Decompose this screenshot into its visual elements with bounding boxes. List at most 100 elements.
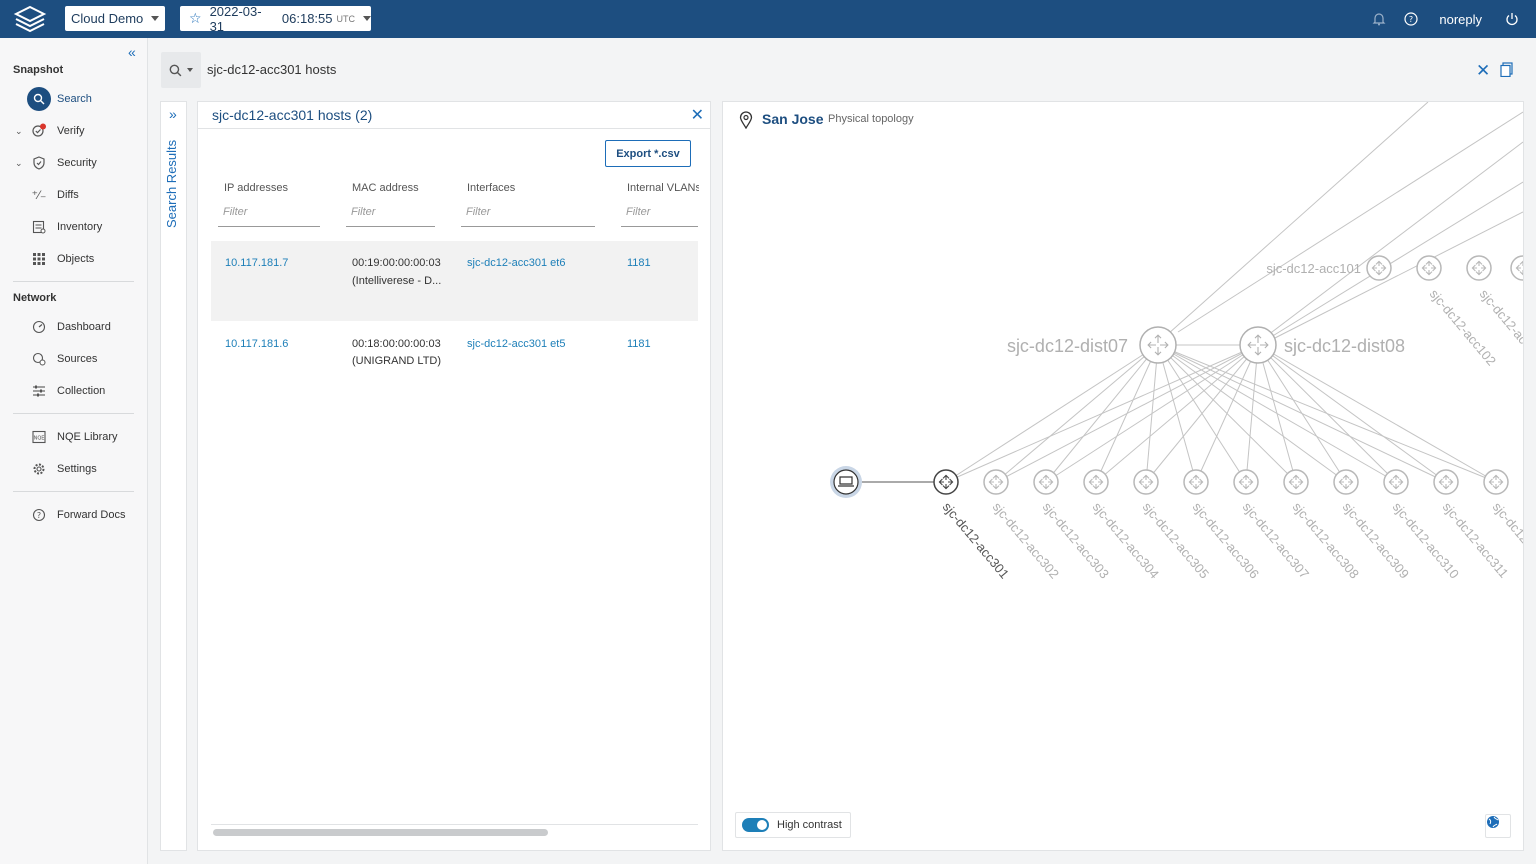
switch-node[interactable] — [1510, 255, 1524, 281]
chevron-down-icon — [151, 16, 160, 21]
horizontal-scrollbar[interactable] — [211, 824, 698, 836]
switch-node[interactable] — [1083, 469, 1109, 495]
sidebar-item-forward-docs[interactable]: ? Forward Docs — [0, 499, 146, 531]
node-label[interactable]: sjc-dc12- — [1490, 499, 1524, 549]
sidebar-item-label: Collection — [57, 385, 106, 397]
user-menu[interactable]: noreply — [1439, 12, 1482, 27]
vlan-link[interactable]: 1181 — [627, 335, 651, 353]
sidebar-item-label: Settings — [57, 463, 97, 475]
forward-logo[interactable] — [12, 5, 48, 33]
sidebar-item-label: Verify — [57, 125, 85, 137]
search-icon — [27, 87, 51, 111]
top-bar: Cloud Demo ☆ 2022-03-31 06:18:55 UTC ? n… — [0, 0, 1536, 38]
switch-node[interactable] — [1183, 469, 1209, 495]
sidebar-item-security[interactable]: ⌄ Security — [0, 147, 146, 179]
switch-node[interactable] — [1433, 469, 1459, 495]
divider — [13, 281, 134, 282]
svg-text:?: ? — [37, 511, 41, 520]
switch-node[interactable] — [1283, 469, 1309, 495]
grid-icon — [27, 247, 51, 271]
scrollbar-thumb[interactable] — [213, 829, 548, 836]
dist-node[interactable] — [1139, 326, 1177, 364]
sidebar-item-sources[interactable]: Sources — [0, 343, 146, 375]
table-row[interactable]: 10.117.181.6 00:18:00:00:00:03 (UNIGRAND… — [211, 322, 698, 402]
snapshot-timezone: UTC — [336, 13, 356, 24]
workspace-select[interactable]: Cloud Demo — [65, 6, 165, 31]
sidebar-item-verify[interactable]: ⌄ Verify — [0, 115, 146, 147]
power-icon[interactable] — [1496, 12, 1528, 26]
ip-link[interactable]: 10.117.181.7 — [225, 254, 288, 272]
topology-graph[interactable]: sjc-dc12-dist07 sjc-dc12-dist08 sjc-dc12-a… — [723, 102, 1524, 851]
sidebar-item-objects[interactable]: Objects — [0, 243, 146, 275]
workspace-label: Cloud Demo — [71, 11, 144, 26]
inventory-icon — [27, 215, 51, 239]
expand-icon[interactable]: » — [169, 106, 177, 122]
table-row[interactable]: 10.117.181.7 00:19:00:00:00:03 (Intelliv… — [211, 241, 698, 321]
snapshot-select[interactable]: ☆ 2022-03-31 06:18:55 UTC — [180, 4, 371, 34]
host-node[interactable] — [830, 466, 862, 498]
globe-icon[interactable] — [1485, 814, 1511, 838]
snapshot-time: 06:18:55 — [281, 11, 333, 26]
column-header-interfaces[interactable]: Interfaces — [467, 182, 597, 194]
chevron-down-icon[interactable]: ⌄ — [15, 158, 23, 169]
high-contrast-toggle[interactable]: High contrast — [735, 812, 851, 838]
chevron-down-icon — [363, 16, 371, 21]
rail-title[interactable]: Search Results — [164, 140, 179, 240]
results-title: sjc-dc12-acc301 hosts (2) — [212, 107, 373, 123]
sidebar-item-dashboard[interactable]: Dashboard — [0, 311, 146, 343]
switch-node[interactable] — [1033, 469, 1059, 495]
location-title[interactable]: San Jose — [762, 111, 823, 127]
switch-node[interactable] — [1333, 469, 1359, 495]
filter-vlans-input[interactable]: Filter — [621, 206, 698, 227]
bell-icon[interactable] — [1363, 12, 1395, 26]
search-results-rail: » Search Results — [160, 101, 187, 851]
sliders-icon — [27, 379, 51, 403]
node-label[interactable]: sjc-dc12-acc101 — [1266, 261, 1361, 276]
column-header-mac[interactable]: MAC address — [352, 182, 452, 194]
filter-interfaces-input[interactable]: Filter — [461, 206, 595, 227]
divider — [13, 413, 134, 414]
snapshot-heading: Snapshot — [13, 64, 64, 76]
switch-node[interactable] — [1233, 469, 1259, 495]
topbar-actions: ? noreply — [1363, 0, 1536, 38]
column-header-ip[interactable]: IP addresses — [224, 182, 334, 194]
copy-icon[interactable] — [1500, 62, 1514, 80]
star-icon: ☆ — [189, 10, 202, 26]
switch-node[interactable] — [1133, 469, 1159, 495]
sidebar-item-inventory[interactable]: Inventory — [0, 211, 146, 243]
filter-mac-input[interactable]: Filter — [346, 206, 435, 227]
search-input[interactable]: sjc-dc12-acc301 hosts — [207, 62, 336, 77]
search-mode-button[interactable] — [161, 52, 201, 88]
switch-node[interactable] — [1416, 255, 1442, 281]
vlan-link[interactable]: 1181 — [627, 254, 651, 272]
switch-node[interactable] — [1366, 255, 1392, 281]
sidebar-item-nqe-library[interactable]: NQE NQE Library — [0, 421, 146, 453]
switch-node[interactable] — [933, 469, 959, 495]
filter-ip-input[interactable]: Filter — [218, 206, 320, 227]
sidebar-item-search[interactable]: Search — [0, 83, 146, 115]
dist-node[interactable] — [1239, 326, 1277, 364]
chevron-down-icon[interactable]: ⌄ — [15, 126, 23, 137]
toggle-switch[interactable] — [742, 818, 769, 832]
sidebar-item-label: Diffs — [57, 189, 79, 201]
sidebar-item-settings[interactable]: Settings — [0, 453, 146, 485]
export-csv-button[interactable]: Export *.csv — [605, 140, 691, 167]
sidebar-item-collection[interactable]: Collection — [0, 375, 146, 407]
switch-node[interactable] — [1383, 469, 1409, 495]
switch-node[interactable] — [983, 469, 1009, 495]
node-label[interactable]: sjc-dc12-dist08 — [1284, 336, 1405, 356]
interface-link[interactable]: sjc-dc12-acc301 et5 — [467, 335, 565, 353]
collapse-sidebar-icon[interactable]: « — [128, 44, 136, 60]
switch-node[interactable] — [1466, 255, 1492, 281]
divider — [198, 128, 710, 129]
column-header-vlans[interactable]: Internal VLANs — [627, 182, 699, 194]
switch-node[interactable] — [1483, 469, 1509, 495]
clear-search-icon[interactable]: ✕ — [1476, 61, 1490, 81]
help-icon[interactable]: ? — [1395, 12, 1427, 26]
ip-link[interactable]: 10.117.181.6 — [225, 335, 288, 353]
node-label[interactable]: sjc-dc12-dist07 — [1007, 336, 1128, 356]
sidebar-item-diffs[interactable]: ⁺⁄₋ Diffs — [0, 179, 146, 211]
interface-link[interactable]: sjc-dc12-acc301 et6 — [467, 254, 565, 272]
close-icon[interactable]: ✕ — [691, 105, 704, 125]
sidebar: « Snapshot Search ⌄ Verify ⌄ Security ⁺⁄… — [0, 38, 148, 864]
